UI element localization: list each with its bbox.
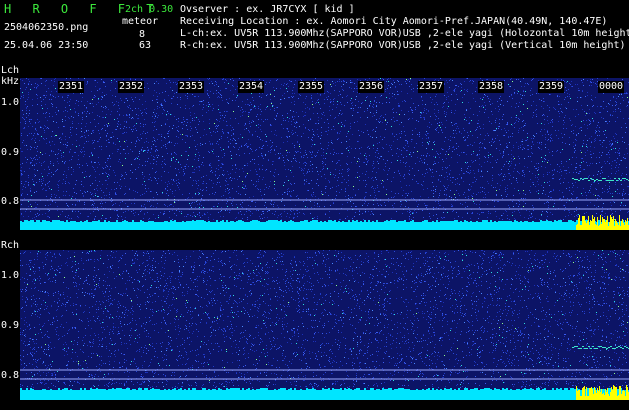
- lch-tick-1.0: 1.0: [1, 97, 20, 108]
- rch-count: 63: [139, 40, 152, 51]
- time-label: 0000: [598, 81, 625, 93]
- lch-tick-0.8: 0.8: [1, 196, 20, 207]
- observer-line: Ovserver : ex. JR7CYX [ kid ]: [180, 4, 355, 15]
- time-label: 2357: [418, 81, 445, 93]
- time-label: 2358: [478, 81, 505, 93]
- version-label: 2ch 0.30: [125, 4, 174, 15]
- lch-tick-0.9: 0.9: [1, 147, 20, 158]
- location-line: Receiving Location : ex. Aomori City Aom…: [180, 16, 608, 27]
- filename-label: 2504062350.png: [4, 22, 89, 33]
- lch-spectrogram-canvas: [20, 78, 629, 230]
- time-label: 2359: [538, 81, 565, 93]
- rch-tick-1.0: 1.0: [1, 270, 20, 281]
- rch-tick-0.8: 0.8: [1, 370, 20, 381]
- lch-info-line: L-ch:ex. UV5R 113.900Mhz(SAPPORO VOR)USB…: [180, 28, 629, 39]
- mode-label: meteor: [122, 16, 159, 27]
- time-label: 2351: [58, 81, 85, 93]
- time-label: 2353: [178, 81, 205, 93]
- lch-unit: kHz: [1, 76, 20, 87]
- datetime-label: 25.04.06 23:50: [4, 40, 89, 51]
- rch-spectrogram: [20, 250, 629, 400]
- rch-info-line: R-ch:ex. UV5R 113.900Mhz(SAPPORO VOR)USB…: [180, 40, 626, 51]
- time-label: 2352: [118, 81, 145, 93]
- rch-spectrogram-canvas: [20, 250, 629, 400]
- time-label: 2354: [238, 81, 265, 93]
- rch-label: Rch: [1, 240, 20, 251]
- time-label: 2356: [358, 81, 385, 93]
- time-label: 2355: [298, 81, 325, 93]
- lch-spectrogram: [20, 78, 629, 230]
- rch-tick-0.9: 0.9: [1, 320, 20, 331]
